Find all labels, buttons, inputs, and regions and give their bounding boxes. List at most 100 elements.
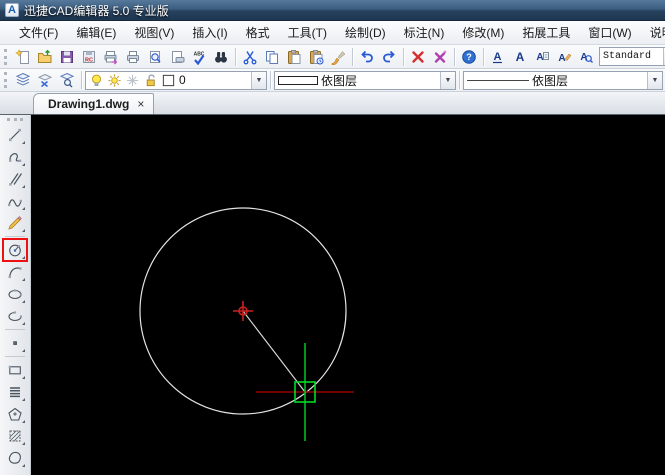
- open-button[interactable]: [34, 47, 56, 67]
- tool-polyline[interactable]: [3, 146, 27, 168]
- freeze-icon: [126, 74, 139, 86]
- toolbar-separator: [483, 47, 484, 66]
- tool-polygon[interactable]: [3, 403, 27, 425]
- palette-grip[interactable]: [7, 118, 23, 121]
- svg-text:?: ?: [466, 52, 472, 62]
- print-preview-button[interactable]: [144, 47, 166, 67]
- current-linetype-sample: [467, 79, 529, 81]
- linetype-combobox[interactable]: 依图层 ▼: [463, 70, 663, 90]
- region-icon: [8, 451, 21, 464]
- erase-all-button[interactable]: [429, 47, 451, 67]
- redo-icon: [383, 50, 395, 62]
- toolbar-standard: RCABC?AAAAA Standard ▼: [0, 45, 665, 69]
- ellipse-arc-icon: [8, 311, 23, 322]
- tool-double-line[interactable]: [3, 168, 27, 190]
- svg-text:RC: RC: [85, 57, 93, 63]
- chevron-down-icon[interactable]: ▼: [251, 71, 266, 89]
- tool-ellipse[interactable]: [3, 283, 27, 305]
- paste-button[interactable]: [283, 47, 305, 67]
- print-page-button[interactable]: [166, 47, 188, 67]
- copy-icon: [266, 50, 278, 64]
- format-painter-button[interactable]: [327, 47, 349, 67]
- layer-on-bulb-icon[interactable]: [89, 73, 104, 88]
- format-painter-icon: [331, 50, 346, 65]
- text-style-combobox[interactable]: Standard ▼: [599, 47, 665, 66]
- menu-modify[interactable]: 修改(M): [453, 21, 513, 44]
- tab-drawing1[interactable]: Drawing1.dwg ×: [33, 93, 155, 114]
- layer-off-button[interactable]: [34, 70, 56, 90]
- menu-tools[interactable]: 工具(T): [279, 21, 336, 44]
- cut-button[interactable]: [239, 47, 261, 67]
- menu-edit[interactable]: 编辑(E): [67, 21, 125, 44]
- copy-button[interactable]: [261, 47, 283, 67]
- menu-file[interactable]: 文件(F): [10, 21, 67, 44]
- tool-line[interactable]: [3, 124, 27, 146]
- help-button[interactable]: ?: [458, 47, 480, 67]
- drawing-canvas[interactable]: [31, 115, 665, 475]
- find-button[interactable]: [210, 47, 232, 67]
- menu-express-tools[interactable]: 拓展工具: [513, 21, 579, 44]
- radius-preview-line: [242, 310, 306, 393]
- text-edit-button[interactable]: A: [531, 47, 553, 67]
- tool-spline[interactable]: [3, 190, 27, 212]
- tool-arc[interactable]: [3, 261, 27, 283]
- chevron-down-icon[interactable]: ▼: [647, 71, 662, 89]
- layer-thaw-sun-icon[interactable]: [107, 73, 122, 88]
- menu-dimension[interactable]: 标注(N): [395, 21, 454, 44]
- color-combobox[interactable]: 依图层 ▼: [274, 70, 456, 90]
- tool-point[interactable]: [3, 332, 27, 354]
- text-style-value: Standard: [603, 51, 652, 62]
- toolbar-separator: [81, 71, 82, 89]
- print-icon: [127, 50, 139, 63]
- save-button[interactable]: [56, 47, 78, 67]
- text-style-button[interactable]: A: [487, 47, 509, 67]
- new-file-button[interactable]: [12, 47, 34, 67]
- undo-icon: [361, 50, 373, 62]
- erase-button[interactable]: [407, 47, 429, 67]
- redo-button[interactable]: [378, 47, 400, 67]
- help-icon: ?: [462, 49, 476, 64]
- layer-combobox[interactable]: 0 ▼: [85, 70, 267, 90]
- tool-multiline[interactable]: [3, 381, 27, 403]
- tool-region[interactable]: [3, 447, 27, 469]
- menu-help[interactable]: 说明(H): [641, 21, 665, 44]
- print-button[interactable]: [122, 47, 144, 67]
- line-icon: [9, 128, 21, 142]
- erase-icon: [412, 50, 424, 63]
- menu-format[interactable]: 格式: [237, 21, 279, 44]
- svg-text:A: A: [536, 52, 543, 63]
- tool-hatch[interactable]: [3, 425, 27, 447]
- save-convert-icon: RC: [83, 50, 95, 63]
- swatch-icon: [162, 74, 175, 86]
- toolbar-grip[interactable]: [4, 72, 8, 88]
- tool-ellipse-arc[interactable]: [3, 305, 27, 327]
- print-export-button[interactable]: [100, 47, 122, 67]
- undo-button[interactable]: [356, 47, 378, 67]
- toolbar-grip[interactable]: [4, 48, 8, 65]
- tab-close-icon[interactable]: ×: [135, 97, 146, 111]
- layers-button[interactable]: [12, 70, 34, 90]
- chevron-down-icon[interactable]: ▼: [440, 71, 455, 89]
- layer-color-swatch[interactable]: [161, 73, 176, 88]
- tool-rectangle[interactable]: [3, 359, 27, 381]
- text-button[interactable]: A: [509, 47, 531, 67]
- spell-check-button[interactable]: ABC: [188, 47, 210, 67]
- menu-window[interactable]: 窗口(W): [579, 21, 640, 44]
- tool-circle[interactable]: [2, 238, 28, 262]
- text-find-button[interactable]: A: [575, 47, 597, 67]
- text-annotate-button[interactable]: A: [553, 47, 575, 67]
- layer-freeze-icon[interactable]: [125, 73, 140, 88]
- menu-insert[interactable]: 插入(I): [183, 21, 236, 44]
- menu-view[interactable]: 视图(V): [125, 21, 183, 44]
- save-convert-button[interactable]: RC: [78, 47, 100, 67]
- tool-sketch[interactable]: [3, 212, 27, 234]
- ellipse-icon: [8, 289, 22, 300]
- toolbar-separator: [270, 71, 271, 89]
- text-edit-icon: A: [536, 51, 549, 63]
- layer-find-button[interactable]: [56, 70, 78, 90]
- paste-special-button[interactable]: [305, 47, 327, 67]
- current-layer-name: 0: [179, 73, 186, 87]
- layer-unlock-icon[interactable]: [143, 73, 158, 88]
- menu-draw[interactable]: 绘制(D): [336, 21, 395, 44]
- rectangle-icon: [8, 365, 21, 375]
